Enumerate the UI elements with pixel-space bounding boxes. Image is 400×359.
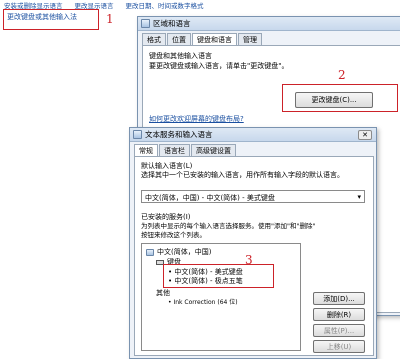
tab-language-bar[interactable]: 语言栏 xyxy=(159,144,190,156)
properties-button[interactable]: 属性(P)... xyxy=(313,324,365,337)
default-language-select[interactable]: 中文(简体，中国) - 中文(简体) - 美式键盘 ▾ xyxy=(141,190,365,203)
annotation-1: 1 xyxy=(106,12,114,26)
tab-location[interactable]: 位置 xyxy=(167,33,191,45)
keyboard-section-text: 要更改键盘或输入语言，请单击"更改键盘"。 xyxy=(149,62,289,70)
annotation-2: 2 xyxy=(338,68,346,82)
tree-root-label: 中文(简体，中国) xyxy=(157,248,212,256)
tab-administrative[interactable]: 管理 xyxy=(238,33,262,45)
tree-other-item[interactable]: • Ink Correction (64 位) xyxy=(168,297,238,306)
region-dialog-tabs: 格式 位置 键盘和语言 管理 xyxy=(138,31,400,46)
text-services-pane: 默认输入语言(L) 选择其中一个已安装的输入语言，用作所有输入字段的默认语言。 … xyxy=(134,156,374,356)
keyboard-section-label: 键盘和其他输入语言 xyxy=(149,52,212,60)
globe-icon xyxy=(141,19,150,28)
change-keyboard-highlight xyxy=(282,84,398,112)
remove-button[interactable]: 删除(R) xyxy=(313,308,365,321)
text-services-tabs: 常规 语言栏 高级键设置 xyxy=(130,142,376,157)
welcome-screen-keyboard-link[interactable]: 如何更改欢迎屏幕的键盘布局? xyxy=(149,114,244,124)
link-change-date-format[interactable]: 更改日期、时间或数字格式 xyxy=(126,0,204,10)
text-services-titlebar[interactable]: 文本服务和输入语言 xyxy=(130,128,376,142)
default-language-value: 中文(简体，中国) - 中文(简体) - 美式键盘 xyxy=(145,194,275,202)
text-services-dialog: 文本服务和输入语言 ✕ 常规 语言栏 高级键设置 默认输入语言(L) 选择其中一… xyxy=(129,127,377,359)
default-language-text: 选择其中一个已安装的输入语言，用作所有输入字段的默认语言。 xyxy=(141,171,344,179)
region-dialog-title: 区域和语言 xyxy=(153,19,191,28)
tab-advanced-key-settings[interactable]: 高级键设置 xyxy=(191,144,236,156)
text-services-title: 文本服务和输入语言 xyxy=(145,130,213,139)
region-dialog-titlebar[interactable]: 区域和语言 xyxy=(138,17,400,31)
tree-root[interactable]: 中文(简体，中国) xyxy=(146,247,211,257)
chevron-down-icon: ▾ xyxy=(357,193,361,201)
tree-other-item-label: Ink Correction (64 位) xyxy=(173,299,238,306)
keyboard-icon xyxy=(133,130,142,139)
ime-items-highlight xyxy=(163,264,274,288)
services-tree[interactable]: 中文(简体，中国) 键盘 • 中文(简体) - 美式键盘 • 中文(简体) - … xyxy=(141,243,301,351)
move-up-button[interactable]: 上移(U) xyxy=(313,340,365,353)
language-icon xyxy=(146,248,154,256)
tab-format[interactable]: 格式 xyxy=(142,33,166,45)
installed-services-text-2: 按钮来修改这个列表。 xyxy=(141,231,206,239)
close-icon[interactable]: ✕ xyxy=(358,130,372,140)
change-keyboard-link[interactable]: 更改键盘或其他输入法 xyxy=(7,12,77,22)
tree-other-label: 其他 xyxy=(156,289,170,297)
add-button[interactable]: 添加(D)... xyxy=(313,292,365,305)
